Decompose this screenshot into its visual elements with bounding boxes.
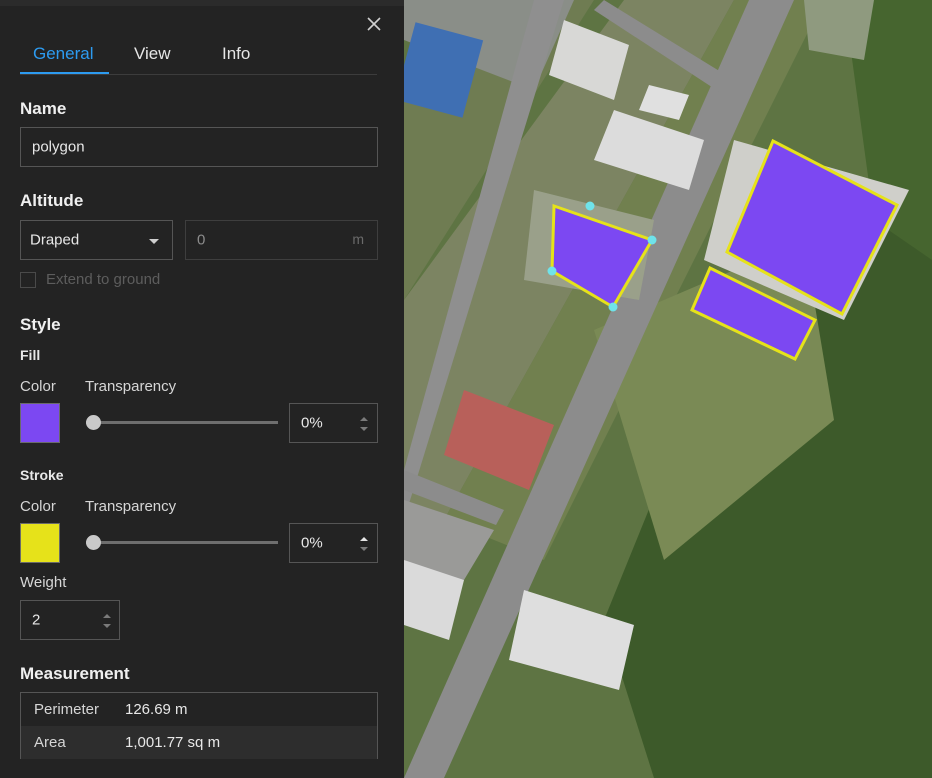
- satellite-imagery: [404, 0, 932, 778]
- vertex-handle[interactable]: [608, 302, 618, 312]
- tab-general[interactable]: General: [33, 44, 93, 64]
- close-icon[interactable]: [364, 14, 384, 34]
- vertex-handle[interactable]: [647, 235, 657, 245]
- stroke-transparency-input[interactable]: 0%: [289, 523, 378, 563]
- stroke-weight-input[interactable]: 2: [20, 600, 120, 640]
- spinner-arrows-icon[interactable]: [358, 413, 370, 435]
- altitude-value-input[interactable]: 0 m: [185, 220, 378, 260]
- measurement-row: Perimeter 126.69 m: [21, 693, 377, 726]
- perimeter-value: 126.69 m: [125, 701, 188, 718]
- properties-panel: General View Info Name polygon Altitude …: [0, 0, 404, 778]
- style-heading: Style: [20, 315, 61, 334]
- chevron-down-icon: [149, 239, 159, 244]
- fill-color-label: Color: [20, 378, 56, 395]
- stroke-weight-label: Weight: [20, 574, 67, 591]
- spinner-arrows-icon[interactable]: [358, 533, 370, 555]
- tab-bar: General View Info: [20, 40, 377, 75]
- altitude-mode-value: Draped: [30, 231, 80, 249]
- tab-view[interactable]: View: [134, 44, 171, 64]
- fill-color-swatch[interactable]: [20, 403, 60, 443]
- fill-transparency-slider[interactable]: [86, 415, 278, 430]
- vertex-handle[interactable]: [547, 266, 557, 276]
- fill-transparency-input[interactable]: 0%: [289, 403, 378, 443]
- fill-heading: Fill: [20, 347, 41, 363]
- stroke-color-swatch[interactable]: [20, 523, 60, 563]
- stroke-heading: Stroke: [20, 467, 64, 483]
- altitude-unit: m: [352, 231, 364, 247]
- stroke-transparency-slider[interactable]: [86, 535, 278, 550]
- altitude-heading: Altitude: [20, 191, 84, 210]
- vertex-handle[interactable]: [585, 201, 595, 211]
- measurement-row: Area 1,001.77 sq m: [21, 726, 377, 759]
- perimeter-label: Perimeter: [34, 701, 100, 718]
- name-input[interactable]: polygon: [20, 127, 378, 167]
- area-value: 1,001.77 sq m: [125, 734, 221, 751]
- stroke-color-label: Color: [20, 498, 56, 515]
- name-value: polygon: [32, 138, 85, 156]
- measurement-table: Perimeter 126.69 m Area 1,001.77 sq m: [20, 692, 378, 759]
- fill-transparency-value: 0%: [301, 414, 323, 432]
- extend-to-ground-checkbox[interactable]: [20, 272, 36, 288]
- active-tab-indicator: [20, 72, 109, 74]
- panel-top-strip: [0, 0, 404, 6]
- stroke-weight-value: 2: [32, 611, 41, 629]
- tab-info[interactable]: Info: [222, 44, 250, 64]
- stroke-transparency-slider-knob[interactable]: [86, 535, 101, 550]
- altitude-value: 0: [197, 231, 206, 249]
- stroke-transparency-label: Transparency: [85, 498, 177, 515]
- altitude-mode-select[interactable]: Draped: [20, 220, 173, 260]
- fill-transparency-label: Transparency: [85, 378, 177, 395]
- fill-transparency-slider-knob[interactable]: [86, 415, 101, 430]
- stroke-transparency-value: 0%: [301, 534, 323, 552]
- name-heading: Name: [20, 99, 67, 118]
- measurement-heading: Measurement: [20, 664, 130, 683]
- area-label: Area: [34, 734, 66, 751]
- map-view[interactable]: [404, 0, 932, 778]
- spinner-arrows-icon[interactable]: [101, 610, 113, 632]
- extend-to-ground-label: Extend to ground: [46, 271, 161, 288]
